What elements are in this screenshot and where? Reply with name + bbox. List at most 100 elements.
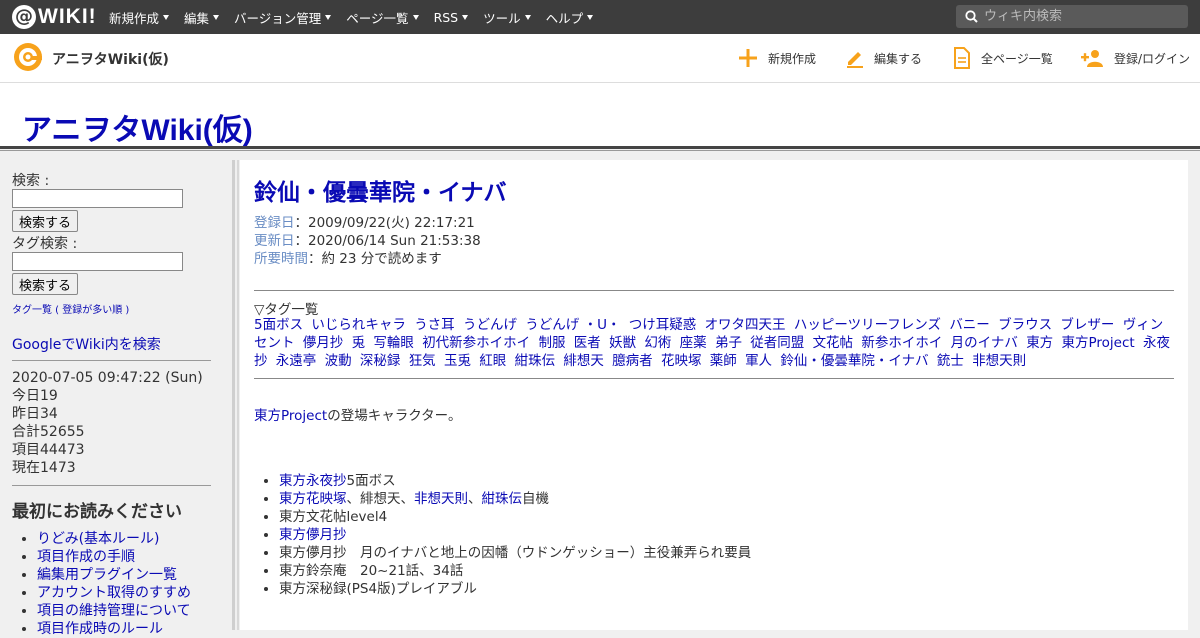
tag-link[interactable]: いじられキャラ: [311, 317, 406, 333]
tags-divider-top: [254, 290, 1174, 291]
tag-link[interactable]: 紺珠伝: [515, 353, 556, 369]
tag-link[interactable]: 新参ホイホイ: [861, 335, 942, 351]
caret-down-icon: [412, 14, 419, 20]
tag-link[interactable]: 医者: [574, 335, 601, 351]
tag-link[interactable]: 月のイナバ: [951, 335, 1018, 351]
google-search-link[interactable]: GoogleでWiki内を検索: [12, 334, 161, 354]
menu-help[interactable]: ヘルプ: [546, 8, 594, 27]
tag-link[interactable]: 永遠亭: [276, 353, 317, 369]
tag-search-button[interactable]: 検索する: [12, 273, 79, 295]
atwiki-logo[interactable]: @ WIKI!: [12, 4, 97, 30]
global-topbar: @ WIKI! 新規作成 編集 バージョン管理 ページ一覧 RSS ツール ヘル…: [0, 0, 1200, 34]
logo-text: WIKI!: [38, 5, 97, 28]
search-icon: [965, 10, 978, 23]
tag-link[interactable]: 5面ボス: [254, 317, 303, 333]
tag-link[interactable]: 深秘録: [360, 353, 401, 369]
tag-link[interactable]: 座薬: [680, 335, 707, 351]
tag-list-link[interactable]: タグ一覧 ( 登録が多い順 ): [12, 301, 129, 316]
list-item: 項目の維持管理について: [37, 602, 191, 620]
sidebar-search-button[interactable]: 検索する: [12, 210, 79, 232]
sidebar-border: [232, 160, 235, 630]
list-item: 東方儚月抄: [279, 526, 751, 544]
nav-all-pages[interactable]: 全ページ一覧: [952, 34, 1053, 82]
document-icon: [954, 47, 970, 69]
sidebar-search-input[interactable]: [12, 189, 183, 208]
tag-link[interactable]: 紅眼: [479, 353, 506, 369]
wiki-search-input[interactable]: [982, 8, 1176, 25]
tag-link[interactable]: うどんげ: [463, 317, 517, 333]
menu-rss[interactable]: RSS: [434, 10, 469, 25]
tag-link[interactable]: 玉兎: [444, 353, 471, 369]
site-name[interactable]: アニヲタWiki(仮): [52, 49, 169, 69]
tag-link[interactable]: 花映塚: [661, 353, 702, 369]
tag-link[interactable]: つけ耳疑惑: [629, 317, 697, 333]
tag-link[interactable]: 写輪眼: [373, 335, 414, 351]
list-item: 東方永夜抄5面ボス: [279, 472, 751, 490]
counter-datetime: 2020-07-05 09:47:22 (Sun): [12, 370, 203, 386]
counter-total: 合計52655: [12, 424, 85, 440]
tags-heading[interactable]: ▽タグ一覧: [254, 298, 318, 318]
tag-link[interactable]: 軍人: [745, 353, 772, 369]
meta-updated: 更新日：2020/06/14 Sun 21:53:38: [254, 233, 481, 249]
list-item: 項目作成時のルール: [37, 620, 191, 638]
tag-link[interactable]: 初代新参ホイホイ: [422, 335, 530, 351]
sidebar-divider: [12, 360, 211, 361]
tag-link[interactable]: 幻術: [644, 335, 671, 351]
site-header: アニヲタWiki(仮) 新規作成 編集する 全ページ一覧 登録/ログイン: [0, 34, 1200, 83]
tag-link[interactable]: 鈴仙・優曇華院・イナバ: [780, 353, 928, 369]
read-first-list: りどみ(基本ルール) 項目作成の手順 編集用プラグイン一覧 アカウント取得のすす…: [12, 530, 191, 638]
tag-link[interactable]: 兎: [352, 335, 366, 351]
page-title[interactable]: 鈴仙・優曇華院・イナバ: [254, 173, 507, 207]
tag-link[interactable]: 狂気: [409, 353, 436, 369]
tag-link[interactable]: 緋想天: [563, 353, 604, 369]
caret-down-icon: [524, 14, 531, 20]
top-menu: 新規作成 編集 バージョン管理 ページ一覧 RSS ツール ヘルプ: [109, 0, 608, 34]
appearance-list: 東方永夜抄5面ボス 東方花映塚、緋想天、非想天則、紺珠伝自機 東方文花帖leve…: [254, 472, 751, 598]
nav-login[interactable]: 登録/ログイン: [1081, 34, 1190, 82]
tag-link[interactable]: ブレザー: [1060, 317, 1114, 333]
caret-down-icon: [587, 14, 594, 20]
tag-link[interactable]: オワタ四天王: [705, 317, 786, 333]
tag-link[interactable]: ブラウス: [998, 317, 1052, 333]
banner-title[interactable]: アニヲタWiki(仮): [22, 105, 253, 149]
tag-link[interactable]: 儚月抄: [303, 335, 344, 351]
menu-tools[interactable]: ツール: [483, 8, 531, 27]
caret-down-icon: [213, 14, 220, 20]
tag-link[interactable]: うさ耳: [414, 317, 455, 333]
tag-link[interactable]: 従者同盟: [750, 335, 804, 351]
at-logo-icon: @: [12, 5, 36, 29]
tag-link[interactable]: バニー: [949, 317, 990, 333]
tag-link[interactable]: 波動: [325, 353, 352, 369]
banner-divider: [0, 150, 1200, 151]
wiki-banner: アニヲタWiki(仮): [0, 83, 1200, 149]
counter-yesterday: 昨日34: [12, 406, 58, 422]
menu-edit[interactable]: 編集: [184, 8, 220, 27]
meta-read-time: 所要時間：約 23 分で読めます: [254, 251, 442, 267]
wiki-search-box[interactable]: [956, 5, 1188, 28]
menu-pages[interactable]: ページ一覧: [346, 8, 419, 27]
tag-search-label: タグ検索 :: [12, 236, 78, 252]
tag-link[interactable]: 東方: [1026, 335, 1053, 351]
counter-today: 今日19: [12, 388, 58, 404]
tag-search-input[interactable]: [12, 252, 183, 271]
tag-link[interactable]: ハッピーツリーフレンズ: [794, 317, 941, 333]
list-item: アカウント取得のすすめ: [37, 584, 191, 602]
tag-link[interactable]: 東方Project: [1061, 335, 1134, 351]
pencil-icon: [847, 52, 863, 68]
caret-down-icon: [462, 14, 469, 20]
access-counter: 2020-07-05 09:47:22 (Sun) 今日19 昨日34 合計52…: [12, 369, 203, 477]
tag-link[interactable]: 文花帖: [813, 335, 854, 351]
tag-link[interactable]: 制服: [538, 335, 565, 351]
nav-edit[interactable]: 編集する: [845, 34, 922, 82]
tag-link[interactable]: 銃士: [937, 353, 964, 369]
nav-new-page[interactable]: 新規作成: [737, 34, 816, 82]
tag-link[interactable]: 臆病者: [612, 353, 653, 369]
tag-link[interactable]: 妖獣: [609, 335, 636, 351]
menu-version[interactable]: バージョン管理: [234, 8, 332, 27]
tag-link[interactable]: 非想天則: [972, 353, 1026, 369]
site-logo-icon[interactable]: [12, 42, 44, 72]
tag-link[interactable]: うどんげ ・U・: [525, 317, 620, 333]
menu-new[interactable]: 新規作成: [109, 8, 170, 27]
tag-link[interactable]: 薬師: [710, 353, 737, 369]
tag-link[interactable]: 弟子: [715, 335, 742, 351]
